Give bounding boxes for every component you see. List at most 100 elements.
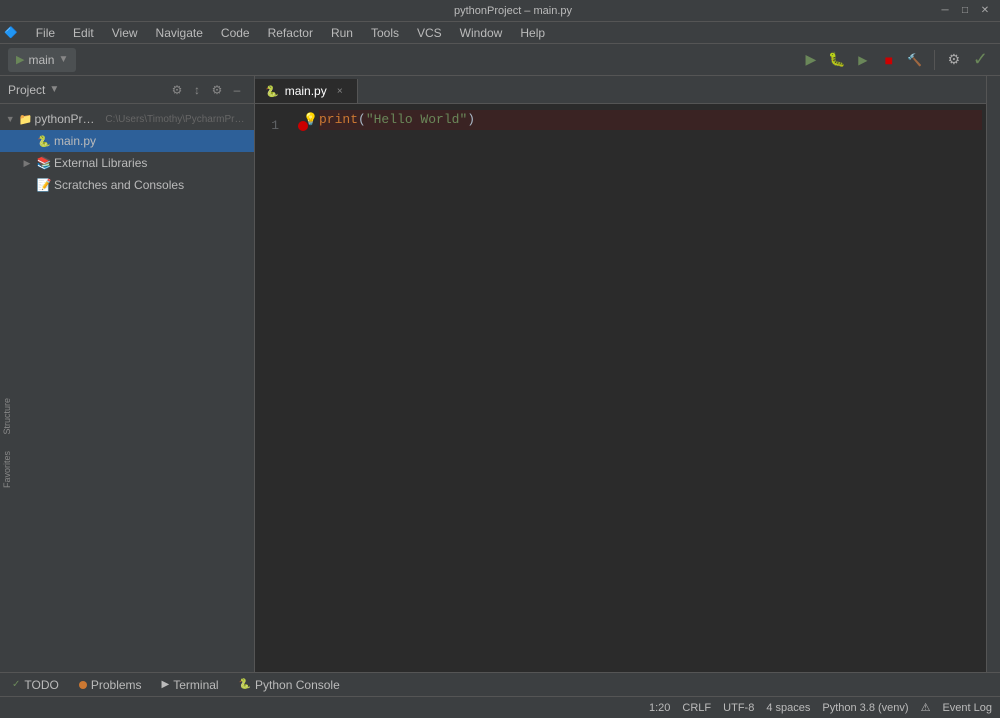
code-content[interactable]: 💡 print("Hello World")	[315, 104, 986, 672]
structure-label[interactable]: Structure	[0, 390, 20, 443]
status-right: 1:20 CRLF UTF-8 4 spaces Python 3.8 (ven…	[649, 701, 992, 714]
toolbar-left: ▶ main ▼	[8, 48, 76, 72]
bottom-tab-problems[interactable]: Problems	[71, 675, 150, 695]
title-bar: pythonProject – main.py ─ □ ✕	[0, 0, 1000, 22]
main-layout: Project ▼ ⚙ ↕ ⚙ – ▼ 📁 pythonProject C:\U…	[0, 76, 1000, 672]
run-config-dropdown-arrow: ▼	[58, 54, 68, 65]
maximize-button[interactable]: □	[958, 4, 972, 18]
sidebar-dropdown-arrow[interactable]: ▼	[49, 84, 59, 95]
run-config-icon: ▶	[16, 53, 24, 66]
status-indent[interactable]: 4 spaces	[766, 702, 810, 714]
tab-py-icon: 🐍	[265, 85, 279, 98]
menu-item-vcs[interactable]: VCS	[409, 24, 450, 42]
external-libraries-label: External Libraries	[54, 156, 147, 170]
string-value: "Hello World"	[366, 110, 467, 130]
library-icon: 📚	[36, 155, 52, 171]
code-editor[interactable]: 1 💡 print("Hello World")	[255, 104, 986, 672]
folder-icon: 📁	[18, 111, 32, 127]
python-console-icon: 🐍	[239, 679, 251, 690]
run-button[interactable]: ▶	[800, 49, 822, 71]
python-file-icon: 🐍	[36, 133, 52, 149]
build-button[interactable]: 🔨	[904, 49, 926, 71]
tree-arrow-main	[20, 134, 34, 148]
menu-item-view[interactable]: View	[104, 24, 146, 42]
right-gutter	[986, 76, 1000, 672]
debug-button[interactable]: 🐛	[826, 49, 848, 71]
todo-label: TODO	[24, 678, 58, 692]
main-py-label: main.py	[54, 134, 96, 148]
terminal-label: Terminal	[173, 678, 218, 692]
sidebar-options-button[interactable]: ⚙	[208, 81, 226, 99]
menu-item-tools[interactable]: Tools	[363, 24, 407, 42]
menu-item-code[interactable]: Code	[213, 24, 258, 42]
status-event-log[interactable]: Event Log	[942, 702, 992, 714]
keyword-print: print	[319, 110, 358, 130]
project-label: Project	[8, 83, 45, 97]
checkmark-icon: ✓	[969, 49, 992, 70]
tree-item-external-libraries[interactable]: ▶ 📚 External Libraries	[0, 152, 254, 174]
editor-area: 🐍 main.py × 1 💡 print("Hello World"	[255, 76, 986, 672]
status-position[interactable]: 1:20	[649, 702, 670, 714]
sidebar-settings-button[interactable]: ⚙	[168, 81, 186, 99]
close-button[interactable]: ✕	[978, 4, 992, 18]
sidebar-sort-button[interactable]: ↕	[188, 81, 206, 99]
todo-icon: ✓	[12, 679, 20, 690]
tree-arrow-project: ▼	[4, 112, 16, 126]
status-warning-icon[interactable]: ⚠	[921, 701, 931, 714]
tab-main-py[interactable]: 🐍 main.py ×	[255, 79, 358, 103]
scratches-icon: 📝	[36, 177, 52, 193]
menu-item-edit[interactable]: Edit	[65, 24, 102, 42]
tab-close-button[interactable]: ×	[333, 84, 347, 98]
bottom-tab-python-console[interactable]: 🐍 Python Console	[231, 675, 348, 695]
paren-open: (	[358, 110, 366, 130]
minimize-button[interactable]: ─	[938, 4, 952, 18]
code-gutter	[295, 104, 315, 672]
tree-item-scratches[interactable]: 📝 Scratches and Consoles	[0, 174, 254, 196]
tab-bar: 🐍 main.py ×	[255, 76, 986, 104]
toolbar: ▶ main ▼ ▶ 🐛 ▶ ■ 🔨 ⚙ ✓	[0, 44, 1000, 76]
run-config-name: main	[28, 53, 54, 67]
menu-bar: 🔷 FileEditViewNavigateCodeRefactorRunToo…	[0, 22, 1000, 44]
line-number-1: 1	[255, 110, 287, 136]
sidebar-tools: ⚙ ↕ ⚙ –	[168, 81, 246, 99]
sidebar-minimize-button[interactable]: –	[228, 81, 246, 99]
menu-item-file[interactable]: File	[28, 24, 63, 42]
menu-item-run[interactable]: Run	[323, 24, 361, 42]
menu-item-help[interactable]: Help	[512, 24, 553, 42]
menu-item-navigate[interactable]: Navigate	[148, 24, 211, 42]
status-encoding[interactable]: UTF-8	[723, 702, 754, 714]
toolbar-separator	[934, 50, 935, 70]
vertical-tool-labels: Structure Favorites	[0, 390, 20, 496]
menu-item-window[interactable]: Window	[452, 24, 511, 42]
bottom-tab-terminal[interactable]: ▶ Terminal	[154, 675, 227, 695]
scratches-label: Scratches and Consoles	[54, 178, 184, 192]
sidebar-content: ▼ 📁 pythonProject C:\Users\Timothy\Pycha…	[0, 104, 254, 672]
bottom-bar: ✓ TODO Problems ▶ Terminal 🐍 Python Cons…	[0, 672, 1000, 696]
tree-item-main-py[interactable]: 🐍 main.py	[0, 130, 254, 152]
app-icon: 🔷	[4, 26, 18, 39]
tree-item-project-root[interactable]: ▼ 📁 pythonProject C:\Users\Timothy\Pycha…	[0, 108, 254, 130]
sidebar-title[interactable]: Project ▼	[8, 83, 59, 97]
status-interpreter[interactable]: Python 3.8 (venv)	[822, 702, 908, 714]
settings-button[interactable]: ⚙	[943, 49, 965, 71]
project-root-label: pythonProject	[35, 112, 100, 126]
run-with-coverage-button[interactable]: ▶	[852, 49, 874, 71]
run-config-selector[interactable]: ▶ main ▼	[8, 48, 76, 72]
favorites-label[interactable]: Favorites	[0, 443, 20, 496]
stop-button[interactable]: ■	[878, 49, 900, 71]
tree-arrow-libraries: ▶	[20, 156, 34, 170]
lightbulb-icon[interactable]: 💡	[303, 110, 318, 130]
tab-label: main.py	[285, 84, 327, 98]
problems-dot	[79, 681, 87, 689]
window-controls: ─ □ ✕	[938, 4, 992, 18]
bottom-tab-todo[interactable]: ✓ TODO	[4, 675, 67, 695]
tree-arrow-scratches	[20, 178, 34, 192]
menu-item-refactor[interactable]: Refactor	[260, 24, 321, 42]
window-title: pythonProject – main.py	[88, 5, 938, 17]
problems-label: Problems	[91, 678, 142, 692]
python-console-label: Python Console	[255, 678, 340, 692]
terminal-icon: ▶	[162, 679, 170, 690]
status-bar: 1:20 CRLF UTF-8 4 spaces Python 3.8 (ven…	[0, 696, 1000, 718]
status-line-endings[interactable]: CRLF	[682, 702, 711, 714]
toolbar-right: ▶ 🐛 ▶ ■ 🔨 ⚙ ✓	[800, 49, 992, 71]
